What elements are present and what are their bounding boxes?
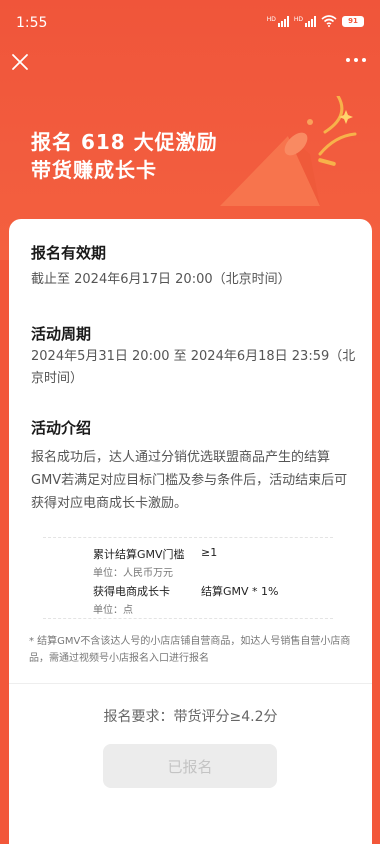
period-title: 活动周期	[31, 325, 92, 343]
divider	[9, 683, 372, 684]
megaphone-icon	[220, 96, 357, 206]
status-bar: 1:55 HD HD 91	[0, 0, 380, 44]
more-menu-button[interactable]	[346, 54, 368, 66]
intro-text: 报名成功后，达人通过分销优选联盟商品产生的结算GMV若满足对应目标门槛及参与条件…	[31, 450, 348, 511]
validity-text: 截止至 2024年6月17日 20:00（北京时间）	[31, 272, 291, 287]
intro-title: 活动介绍	[31, 419, 92, 437]
dot	[346, 58, 350, 62]
hero-title-line1: 报名 618 大促激励	[31, 130, 218, 154]
row-unit: 单位：点	[93, 605, 133, 616]
hero-title-line2: 带货赚成长卡	[31, 158, 157, 182]
dot	[354, 58, 358, 62]
reward-table: 累计结算GMV门槛 单位：人民币万元 ≥1 获得电商成长卡 单位：点 结算GMV…	[43, 537, 333, 619]
signup-requirement: 报名要求：带货评分≥4.2分	[103, 709, 278, 725]
status-time: 1:55	[16, 15, 48, 31]
close-icon[interactable]	[10, 52, 30, 72]
signal-icon: HD	[294, 15, 316, 27]
status-icons: HD HD 91	[267, 15, 364, 27]
validity-title: 报名有效期	[31, 244, 107, 262]
row-unit: 单位：人民币万元	[93, 568, 173, 579]
hero-title: 报名 618 大促激励 带货赚成长卡	[31, 128, 218, 184]
battery-icon: 91	[342, 15, 364, 27]
footnote: * 结算GMV不含该达人号的小店店铺自营商品，如达人号销售自营小店商品，需通过视…	[29, 636, 351, 664]
dot	[362, 58, 366, 62]
signup-button[interactable]: 已报名	[103, 744, 277, 788]
table-row: 累计结算GMV门槛 单位：人民币万元 ≥1	[93, 546, 333, 579]
period-text: 2024年5月31日 20:00 至 2024年6月18日 23:59（北京时间…	[31, 349, 356, 386]
table-row: 获得电商成长卡 单位：点 结算GMV * 1%	[93, 583, 333, 616]
wifi-icon	[321, 15, 337, 27]
row-value: 结算GMV * 1%	[201, 585, 279, 598]
signal-icon: HD	[267, 15, 289, 27]
detail-card: 报名有效期 截止至 2024年6月17日 20:00（北京时间） 活动周期 20…	[9, 219, 372, 844]
row-value: ≥1	[201, 546, 218, 559]
